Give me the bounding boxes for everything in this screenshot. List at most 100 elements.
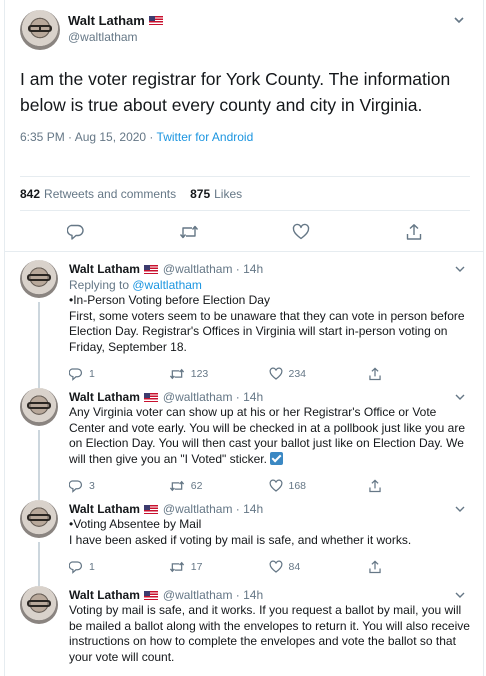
chevron-down-icon[interactable] bbox=[453, 262, 467, 276]
replying-to: Replying to @waltlatham bbox=[69, 278, 468, 292]
reply-header: Walt Latham @waltlatham · 14h bbox=[69, 390, 468, 404]
chevron-down-icon[interactable] bbox=[453, 588, 467, 602]
author-handle[interactable]: @waltlatham · 14h bbox=[163, 502, 263, 516]
author-name[interactable]: Walt Latham bbox=[69, 262, 140, 276]
author-handle[interactable]: @waltlatham bbox=[68, 30, 163, 44]
like-button[interactable]: 84 bbox=[269, 560, 369, 574]
retweet-icon bbox=[169, 368, 184, 380]
replying-to-link[interactable]: @waltlatham bbox=[132, 278, 202, 292]
reply-text-body: Any Virginia voter can show up at his or… bbox=[69, 405, 466, 466]
share-icon bbox=[369, 479, 381, 493]
share-button[interactable] bbox=[368, 479, 468, 493]
thread-connector bbox=[38, 542, 40, 578]
us-flag-icon bbox=[143, 590, 158, 600]
thread-connector bbox=[38, 492, 40, 500]
share-icon bbox=[406, 224, 421, 240]
us-flag-icon bbox=[148, 16, 163, 25]
author-name[interactable]: Walt Latham bbox=[69, 588, 140, 602]
tweet-text: I am the voter registrar for York County… bbox=[20, 69, 451, 115]
reply-text: •Voting Absentee by Mail I have been ask… bbox=[69, 517, 412, 547]
share-button[interactable] bbox=[368, 560, 468, 574]
author-name[interactable]: Walt Latham bbox=[69, 502, 140, 516]
retweets-stat[interactable]: 842 Retweets and comments bbox=[20, 187, 176, 201]
reply-button[interactable]: 3 bbox=[69, 479, 169, 493]
like-count: 84 bbox=[288, 561, 301, 573]
avatar[interactable] bbox=[20, 260, 58, 298]
share-button[interactable] bbox=[368, 367, 468, 381]
chevron-down-icon[interactable] bbox=[453, 502, 467, 516]
tweet-source-link[interactable]: Twitter for Android bbox=[157, 130, 254, 144]
thread-connector bbox=[38, 380, 40, 388]
reply-icon bbox=[69, 480, 83, 493]
tweet-meta: 6:35 PM · Aug 15, 2020 · Twitter for And… bbox=[20, 130, 468, 144]
us-flag-icon bbox=[143, 504, 158, 514]
reply-header: Walt Latham @waltlatham · 14h bbox=[69, 502, 468, 516]
retweet-count: 17 bbox=[190, 561, 203, 573]
reply-text: Any Virginia voter can show up at his or… bbox=[69, 405, 474, 467]
avatar[interactable] bbox=[20, 500, 58, 538]
reply-header: Walt Latham @waltlatham · 14h bbox=[69, 262, 468, 276]
retweets-count: 842 bbox=[20, 186, 41, 201]
author-name[interactable]: Walt Latham bbox=[69, 390, 140, 404]
retweet-button[interactable]: 123 bbox=[169, 367, 269, 381]
likes-count: 875 bbox=[190, 186, 211, 201]
likes-stat[interactable]: 875 Likes bbox=[190, 187, 242, 201]
author-handle[interactable]: @waltlatham · 14h bbox=[163, 588, 263, 602]
retweets-label: Retweets and comments bbox=[44, 186, 177, 201]
thread-connector bbox=[38, 430, 40, 492]
replying-prefix: Replying to bbox=[69, 278, 133, 292]
tweet-thread: Walt Latham @waltlatham I am the voter r… bbox=[4, 0, 484, 676]
share-button[interactable] bbox=[358, 223, 471, 241]
main-tweet: Walt Latham @waltlatham I am the voter r… bbox=[5, 0, 483, 252]
like-button[interactable]: 234 bbox=[269, 367, 369, 381]
chevron-down-icon[interactable] bbox=[453, 390, 467, 404]
author-handle[interactable]: @waltlatham · 14h bbox=[163, 262, 263, 276]
heart-icon bbox=[293, 223, 310, 240]
author-name[interactable]: Walt Latham bbox=[68, 13, 145, 28]
avatar[interactable] bbox=[20, 388, 58, 426]
thread-connector bbox=[38, 578, 40, 586]
reply-tweet[interactable]: Walt Latham @waltlatham · 14h •Voting Ab… bbox=[5, 492, 483, 578]
reply-count: 3 bbox=[89, 480, 95, 492]
reply-icon bbox=[69, 368, 83, 381]
avatar[interactable] bbox=[20, 10, 60, 50]
retweet-button[interactable]: 17 bbox=[169, 560, 269, 574]
like-count: 234 bbox=[288, 368, 307, 380]
heart-icon bbox=[269, 479, 282, 492]
main-tweet-header: Walt Latham @waltlatham bbox=[20, 10, 468, 50]
like-button[interactable]: 168 bbox=[269, 479, 369, 493]
reply-icon bbox=[67, 224, 84, 240]
reply-actions: 1 17 84 bbox=[69, 554, 468, 580]
us-flag-icon bbox=[143, 392, 158, 402]
reply-count: 1 bbox=[89, 561, 95, 573]
reply-icon bbox=[69, 561, 83, 574]
checkmark-icon bbox=[270, 451, 284, 465]
avatar[interactable] bbox=[20, 586, 58, 624]
tweet-actions bbox=[20, 214, 470, 250]
heart-icon bbox=[269, 560, 282, 573]
tweet-stats: 842 Retweets and comments 875 Likes bbox=[20, 176, 470, 211]
retweet-count: 62 bbox=[190, 480, 203, 492]
reply-tweet[interactable]: Walt Latham @waltlatham · 14h Replying t… bbox=[5, 252, 483, 381]
like-count: 168 bbox=[288, 480, 307, 492]
tweet-timestamp[interactable]: 6:35 PM · Aug 15, 2020 · bbox=[20, 130, 157, 144]
reply-tweet[interactable]: Walt Latham @waltlatham · 14h Voting by … bbox=[5, 578, 483, 676]
retweet-icon bbox=[169, 561, 184, 573]
reply-text: Voting by mail is safe, and it works. If… bbox=[69, 603, 470, 664]
retweet-count: 123 bbox=[190, 368, 209, 380]
thread-connector bbox=[38, 302, 40, 380]
retweet-button[interactable]: 62 bbox=[169, 479, 269, 493]
reply-tweet[interactable]: Walt Latham @waltlatham · 14h Any Virgin… bbox=[5, 380, 483, 493]
reply-header: Walt Latham @waltlatham · 14h bbox=[69, 588, 468, 602]
reply-button[interactable]: 1 bbox=[69, 560, 169, 574]
reply-count: 1 bbox=[89, 368, 95, 380]
author-handle[interactable]: @waltlatham · 14h bbox=[163, 390, 263, 404]
share-icon bbox=[369, 367, 381, 381]
reply-button[interactable] bbox=[20, 223, 133, 241]
chevron-down-icon[interactable] bbox=[451, 12, 467, 28]
likes-label: Likes bbox=[214, 186, 243, 201]
heart-icon bbox=[269, 367, 282, 380]
reply-button[interactable]: 1 bbox=[69, 367, 169, 381]
like-button[interactable] bbox=[245, 223, 358, 241]
retweet-button[interactable] bbox=[133, 223, 246, 241]
